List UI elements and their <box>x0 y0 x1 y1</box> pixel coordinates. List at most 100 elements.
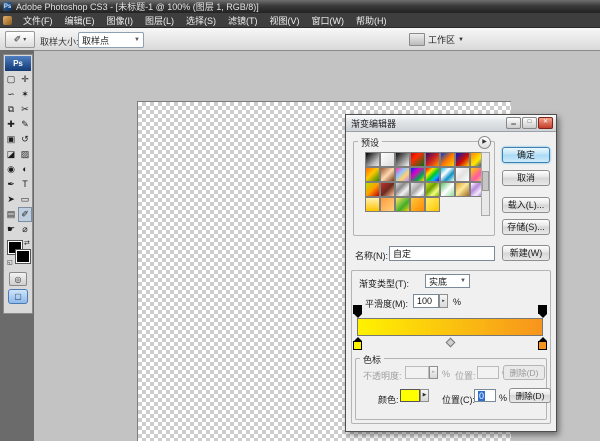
chevron-down-icon: ▾ <box>23 36 26 43</box>
opacity-input <box>405 366 429 379</box>
minimize-icon[interactable]: ▁ <box>506 117 521 129</box>
lasso-tool[interactable]: ∽ <box>4 87 18 102</box>
gradient-preset-spectrum-blue-red-green[interactable] <box>410 167 425 182</box>
stops-label: 色标 <box>360 353 384 366</box>
gradient-preset-green-white[interactable] <box>440 182 455 197</box>
gradient-preset-cyan-white-stripes[interactable] <box>440 167 455 182</box>
menu-item-1[interactable]: 编辑(E) <box>59 14 101 27</box>
gradient-preview-bar[interactable] <box>357 318 543 336</box>
new-button[interactable]: 新建(W) <box>502 245 550 261</box>
gradient-preset-white[interactable] <box>380 152 395 167</box>
magic-wand-tool[interactable]: ✶ <box>18 87 32 102</box>
gradient-preset-silver-soft[interactable] <box>410 182 425 197</box>
save-button[interactable]: 存储(S)... <box>502 219 550 235</box>
sample-size-select[interactable]: 取样点 ▼ <box>78 32 144 48</box>
smoothness-percent: % <box>453 297 461 307</box>
color-flyout-arrow[interactable]: ▶ <box>420 389 429 402</box>
blur-tool[interactable]: ◉ <box>4 162 18 177</box>
menu-item-7[interactable]: 窗口(W) <box>306 14 351 27</box>
history-brush-tool[interactable]: ↺ <box>18 132 32 147</box>
gradient-preset-black-white[interactable] <box>395 152 410 167</box>
close-icon[interactable]: ✕ <box>538 117 553 129</box>
gradient-preset-blue-red-yellow[interactable] <box>455 152 470 167</box>
position-input[interactable]: 0 <box>474 389 496 402</box>
opacity-stop-right[interactable] <box>538 305 547 317</box>
cancel-button[interactable]: 取消 <box>502 170 550 186</box>
ok-button[interactable]: 确定 <box>502 147 550 163</box>
gradient-preset-orange-green[interactable] <box>365 167 380 182</box>
gradient-type-select[interactable]: 实底 ▼ <box>425 274 470 288</box>
slice-tool[interactable]: ✂ <box>18 102 32 117</box>
smoothness-spinner[interactable]: ▸ <box>439 294 448 308</box>
gradient-preset-red-green[interactable] <box>410 152 425 167</box>
stop-color-swatch[interactable] <box>400 389 420 402</box>
clone-stamp-tool[interactable]: ▣ <box>4 132 18 147</box>
zoom-tool[interactable]: ⌀ <box>18 222 32 237</box>
gradient-type-label: 渐变类型(T): <box>359 277 409 290</box>
healing-brush-tool[interactable]: ✚ <box>4 117 18 132</box>
presets-flyout-button[interactable]: ▶ <box>478 136 491 149</box>
gradient-preset-fg-to-transparent[interactable] <box>365 152 380 167</box>
swap-colors-icon[interactable]: ⇄ <box>24 239 30 247</box>
path-selection-tool[interactable]: ➤ <box>4 192 18 207</box>
shape-tool[interactable]: ▭ <box>18 192 32 207</box>
presets-scrollbar[interactable] <box>481 152 490 216</box>
ps-logo: Ps <box>5 56 31 71</box>
gradient-preset-green-yellow[interactable] <box>395 197 410 212</box>
gradient-preset-gold-brown[interactable] <box>455 182 470 197</box>
hand-tool[interactable]: ☛ <box>4 222 18 237</box>
type-tool[interactable]: T <box>18 177 32 192</box>
eyedropper-tool[interactable]: ✐ <box>18 207 32 222</box>
dialog-title-bar[interactable]: 渐变编辑器 ▁ □ ✕ <box>346 115 556 132</box>
position-value: 0 <box>478 391 485 401</box>
tools-panel: Ps ▢✛∽✶⧉✂✚✎▣↺◪▨◉◐✒T➤▭▤✐☛⌀ ⇄ ◱ ◎ ▢ <box>3 54 33 314</box>
photoshop-window: Ps Adobe Photoshop CS3 - [未标题-1 @ 100% (… <box>0 0 600 441</box>
gradient-preset-rainbow[interactable] <box>425 167 440 182</box>
menu-item-8[interactable]: 帮助(H) <box>350 14 393 27</box>
pen-tool[interactable]: ✒ <box>4 177 18 192</box>
gradient-preset-yellow-green-stripes[interactable] <box>425 182 440 197</box>
menu-item-3[interactable]: 图层(L) <box>139 14 180 27</box>
color-stop-right[interactable] <box>538 337 547 349</box>
gradient-preset-red-brown[interactable] <box>380 182 395 197</box>
gradient-preset-green-yellow-red[interactable] <box>365 182 380 197</box>
crop-tool[interactable]: ⧉ <box>4 102 18 117</box>
gradient-tool[interactable]: ▨ <box>18 147 32 162</box>
menu-item-4[interactable]: 选择(S) <box>180 14 222 27</box>
background-color-swatch[interactable] <box>16 250 30 263</box>
gradient-preset-copper[interactable] <box>380 167 395 182</box>
smoothness-input[interactable]: 100 <box>413 294 439 308</box>
maximize-icon[interactable]: □ <box>522 117 537 129</box>
gradient-preset-silver-stripes[interactable] <box>395 182 410 197</box>
gradient-preset-white-soft[interactable] <box>455 167 470 182</box>
load-button[interactable]: 载入(L)... <box>502 197 550 213</box>
menu-item-5[interactable]: 滤镜(T) <box>222 14 264 27</box>
gradient-preset-violet-orange[interactable] <box>425 152 440 167</box>
menu-item-0[interactable]: 文件(F) <box>17 14 59 27</box>
tool-preset-picker[interactable]: ✐ ▾ <box>5 31 35 48</box>
screen-mode-button[interactable]: ▢ <box>8 289 28 304</box>
delete-stop-button[interactable]: 删除(D) <box>509 388 551 403</box>
notes-tool[interactable]: ▤ <box>4 207 18 222</box>
default-colors-icon[interactable]: ◱ <box>7 259 14 265</box>
menu-item-6[interactable]: 视图(V) <box>264 14 306 27</box>
workspace-button[interactable]: 工作区 ▼ <box>428 33 464 46</box>
gradient-preset-chrome-multicolor[interactable] <box>395 167 410 182</box>
workspace-icon <box>409 33 425 46</box>
opacity-stop-left[interactable] <box>353 305 362 317</box>
eraser-tool[interactable]: ◪ <box>4 147 18 162</box>
move-tool[interactable]: ✛ <box>18 72 32 87</box>
menu-item-2[interactable]: 图像(I) <box>101 14 140 27</box>
gradient-preset-yellow-soft[interactable] <box>425 197 440 212</box>
color-stop-left[interactable] <box>353 337 362 349</box>
name-input[interactable]: 自定 <box>389 246 495 261</box>
gradient-preset-orange-light[interactable] <box>380 197 395 212</box>
brush-tool[interactable]: ✎ <box>18 117 32 132</box>
gradient-preset-orange-yellow[interactable] <box>410 197 425 212</box>
gradient-preset-yellow-gold[interactable] <box>365 197 380 212</box>
rect-marquee-tool[interactable]: ▢ <box>4 72 18 87</box>
dodge-tool[interactable]: ◐ <box>18 162 32 177</box>
quick-mask-button[interactable]: ◎ <box>9 272 27 286</box>
scrollbar-thumb[interactable] <box>482 171 489 191</box>
gradient-preset-blue-orange[interactable] <box>440 152 455 167</box>
